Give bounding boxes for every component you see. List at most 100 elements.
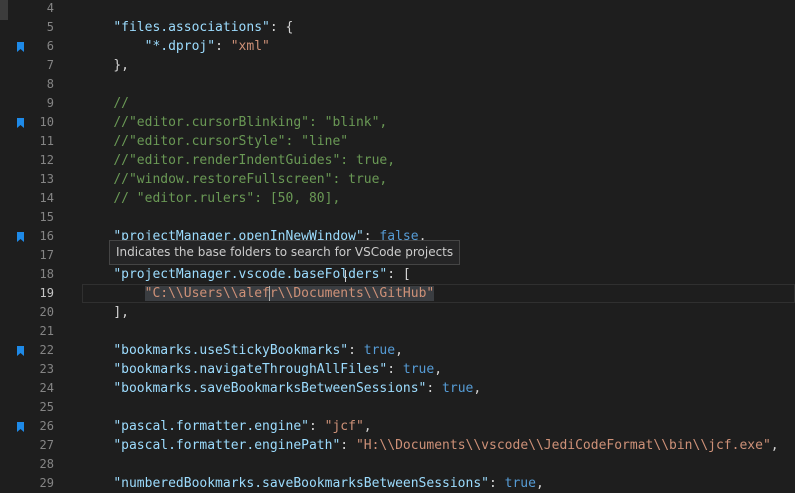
code-line[interactable]: 20 ], xyxy=(0,303,795,322)
code-line[interactable]: 23 "bookmarks.navigateThroughAllFiles": … xyxy=(0,360,795,379)
code-line[interactable]: 27 "pascal.formatter.enginePath": "H:\\D… xyxy=(0,436,795,455)
line-number: 29 xyxy=(39,476,54,490)
code-line[interactable]: 6 "*.dproj": "xml" xyxy=(0,37,795,56)
code-line[interactable]: 22 "bookmarks.useStickyBookmarks": true, xyxy=(0,341,795,360)
code-token: : xyxy=(387,362,403,377)
code-line[interactable]: 29 "numberedBookmarks.saveBookmarksBetwe… xyxy=(0,474,795,493)
code-line[interactable]: 15 xyxy=(0,208,795,227)
bookmark-icon[interactable] xyxy=(17,232,24,242)
code-token: : { xyxy=(269,20,294,35)
code-line[interactable]: 21 xyxy=(0,322,795,341)
code-token: "xml" xyxy=(230,39,270,54)
code-token: ], xyxy=(113,305,129,320)
code-text: "numberedBookmarks.saveBookmarksBetweenS… xyxy=(82,474,544,493)
code-text: ], xyxy=(82,303,129,322)
line-number: 18 xyxy=(39,267,54,281)
code-line[interactable]: 10 //"editor.cursorBlinking": "blink", xyxy=(0,113,795,132)
code-text: //"window.restoreFullscreen": true, xyxy=(82,170,387,189)
line-number: 23 xyxy=(39,362,54,376)
code-line[interactable]: 12 //"editor.renderIndentGuides": true, xyxy=(0,151,795,170)
line-number: 8 xyxy=(46,77,54,91)
line-number: 21 xyxy=(39,324,54,338)
code-token: true xyxy=(442,381,474,396)
code-line[interactable]: 11 //"editor.cursorStyle": "line" xyxy=(0,132,795,151)
code-line[interactable]: 26 "pascal.formatter.engine": "jcf", xyxy=(0,417,795,436)
mouse-ibeam-cursor xyxy=(345,270,347,282)
code-token: "bookmarks.saveBookmarksBetweenSessions" xyxy=(113,381,427,396)
code-line[interactable]: 13 //"window.restoreFullscreen": true, xyxy=(0,170,795,189)
code-line[interactable]: 8 xyxy=(0,75,795,94)
code-line[interactable]: 28 xyxy=(0,455,795,474)
code-token: "pascal.formatter.engine" xyxy=(113,419,309,434)
bookmark-icon[interactable] xyxy=(17,42,24,52)
code-text: "bookmarks.navigateThroughAllFiles": tru… xyxy=(82,360,442,379)
line-number: 28 xyxy=(39,457,54,471)
line-number: 11 xyxy=(39,134,54,148)
bookmark-icon[interactable] xyxy=(17,422,24,432)
code-token: : xyxy=(215,39,231,54)
code-token: "bookmarks.useStickyBookmarks" xyxy=(113,343,349,358)
code-token: : xyxy=(308,419,325,434)
line-number: 27 xyxy=(39,438,54,452)
code-token: , xyxy=(363,419,372,434)
line-number: 9 xyxy=(46,96,54,110)
code-token: , xyxy=(535,476,544,491)
line-number: 10 xyxy=(39,115,54,129)
code-token: //"editor.renderIndentGuides": true, xyxy=(113,153,396,168)
code-token: // xyxy=(113,96,129,111)
code-token: : [ xyxy=(387,267,411,282)
code-line[interactable]: 9 // xyxy=(0,94,795,113)
line-number: 7 xyxy=(46,58,54,72)
bookmark-icon[interactable] xyxy=(17,118,24,128)
code-text: //"editor.cursorStyle": "line" xyxy=(82,132,348,151)
code-text: // xyxy=(82,94,129,113)
bookmark-icon[interactable] xyxy=(17,346,24,356)
code-text: //"editor.cursorBlinking": "blink", xyxy=(82,113,387,132)
code-line[interactable]: 14 // "editor.rulers": [50, 80], xyxy=(0,189,795,208)
code-token: "pascal.formatter.enginePath" xyxy=(113,438,341,453)
line-number: 12 xyxy=(39,153,54,167)
code-text: "files.associations": { xyxy=(82,18,293,37)
code-token: , xyxy=(434,362,443,377)
code-text: "projectManager.vscode.baseFolders": [ xyxy=(82,265,411,284)
code-token: , xyxy=(770,438,779,453)
code-line[interactable]: 25 xyxy=(0,398,795,417)
line-number: 17 xyxy=(39,248,54,262)
code-text: //"editor.renderIndentGuides": true, xyxy=(82,151,395,170)
line-number: 15 xyxy=(39,210,54,224)
line-number: 4 xyxy=(46,1,54,15)
code-token: r\\Documents\\GitHub" xyxy=(269,286,435,301)
line-number: 5 xyxy=(46,20,54,34)
code-line[interactable]: 19 "C:\\Users\\alefr\\Documents\\GitHub" xyxy=(0,284,795,303)
line-number: 26 xyxy=(39,419,54,433)
line-number: 16 xyxy=(39,229,54,243)
code-line[interactable]: 5 "files.associations": { xyxy=(0,18,795,37)
code-token: "files.associations" xyxy=(113,20,270,35)
code-text: }, xyxy=(82,56,129,75)
code-line[interactable]: 7 }, xyxy=(0,56,795,75)
code-token: //"editor.cursorBlinking": "blink", xyxy=(113,115,388,130)
line-number: 6 xyxy=(46,39,54,53)
line-number: 13 xyxy=(39,172,54,186)
code-line[interactable]: 24 "bookmarks.saveBookmarksBetweenSessio… xyxy=(0,379,795,398)
code-token: "numberedBookmarks.saveBookmarksBetweenS… xyxy=(113,476,489,491)
code-token: : xyxy=(348,343,364,358)
code-line[interactable]: 4 xyxy=(0,0,795,18)
code-token: true xyxy=(504,476,536,491)
code-token: }, xyxy=(113,58,129,73)
line-number: 25 xyxy=(39,400,54,414)
code-token: true xyxy=(402,362,435,377)
code-text: // "editor.rulers": [50, 80], xyxy=(82,189,340,208)
code-line[interactable]: 18 "projectManager.vscode.baseFolders": … xyxy=(0,265,795,284)
